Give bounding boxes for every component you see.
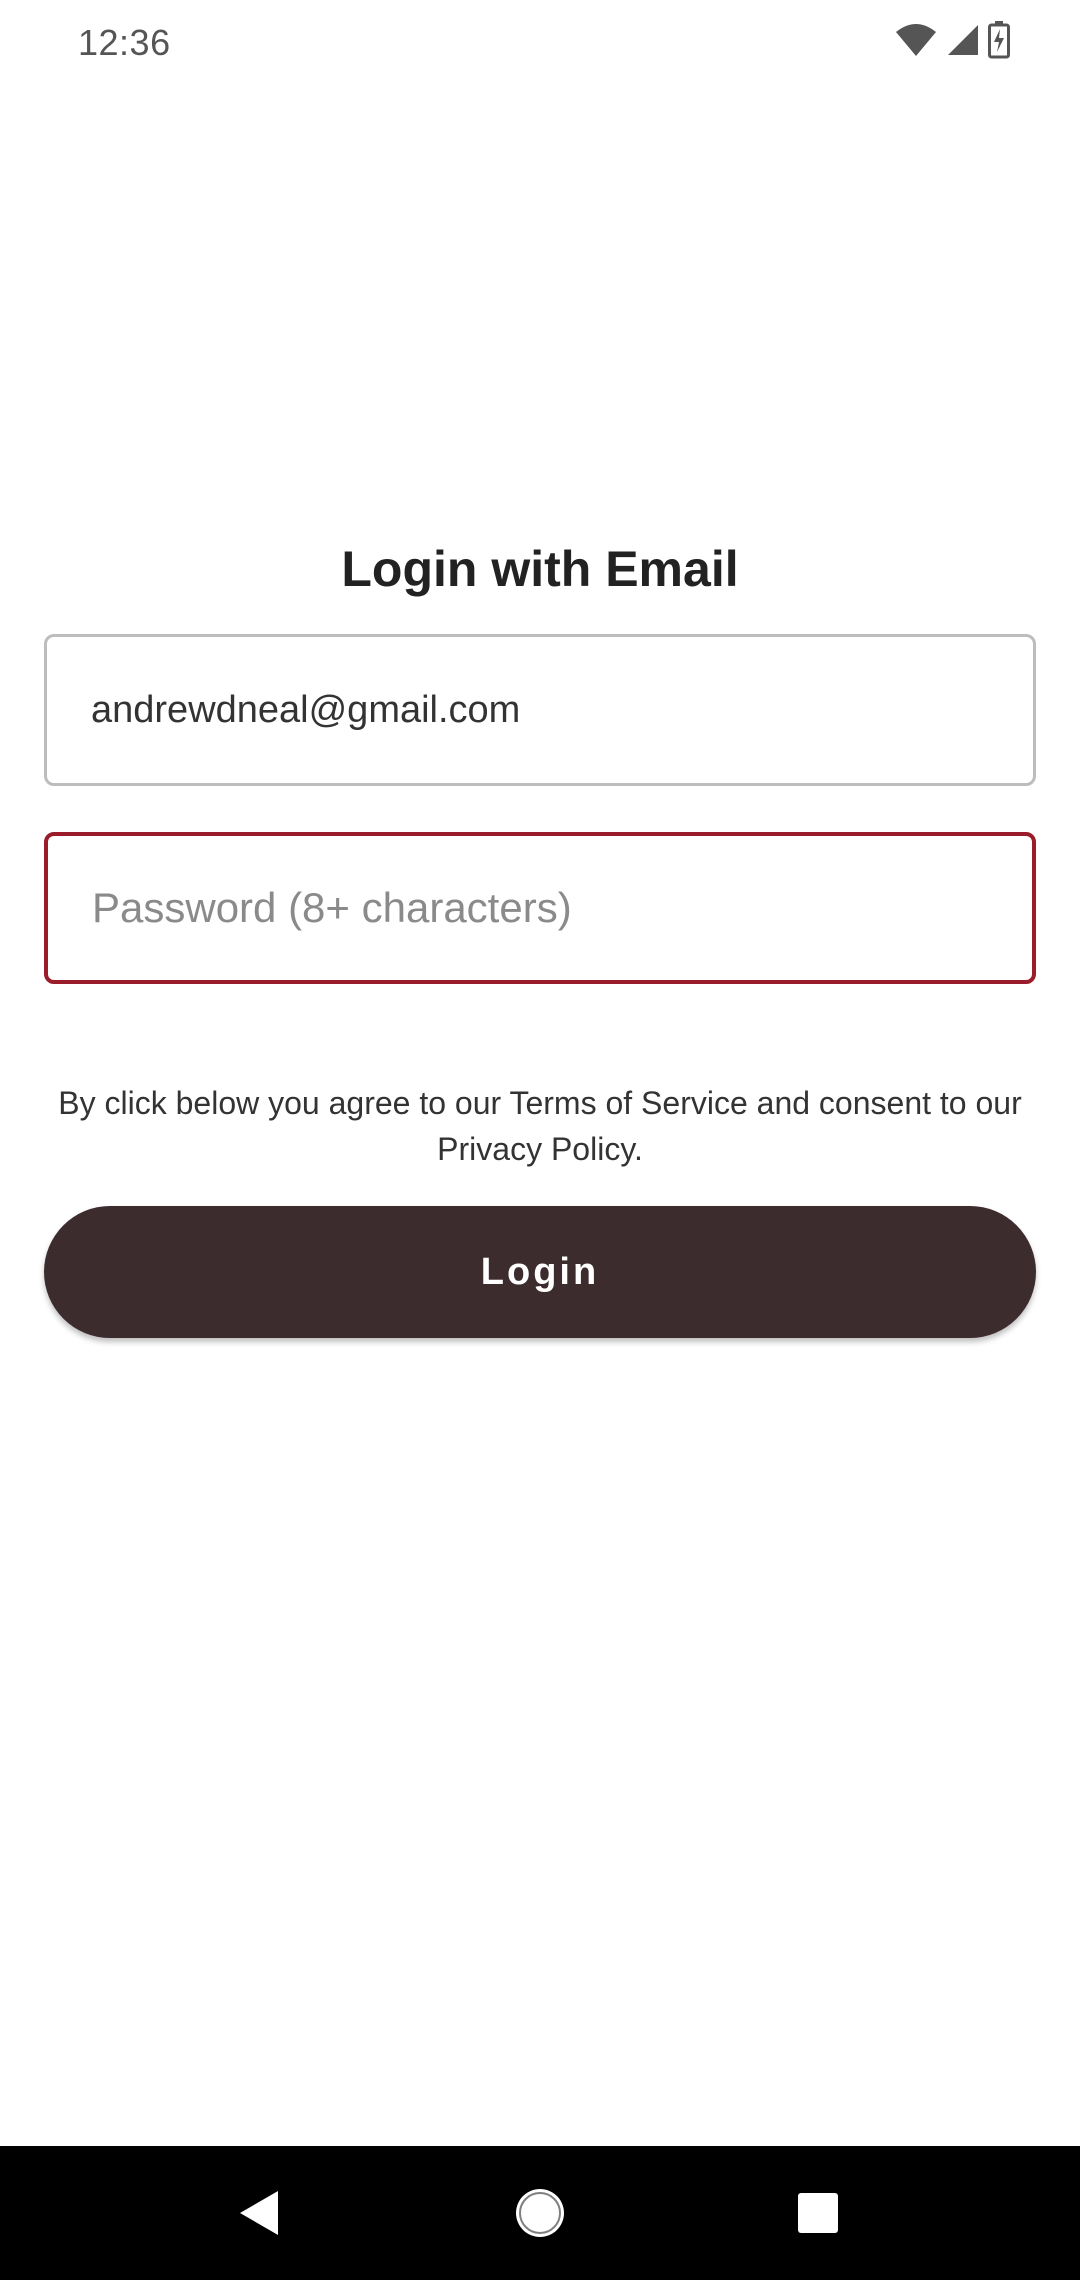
page-title: Login with Email [341, 541, 739, 597]
email-field[interactable]: andrewdneal@gmail.com [44, 634, 1036, 786]
status-icons [894, 20, 1010, 64]
wifi-icon [894, 22, 938, 63]
login-button-label: Login [480, 1250, 600, 1293]
password-field-placeholder: Password (8+ characters) [92, 884, 572, 931]
cell-signal-icon [946, 23, 980, 62]
status-bar: 12:36 [0, 0, 1080, 90]
status-time: 12:36 [78, 22, 171, 63]
password-field[interactable]: Password (8+ characters) [44, 832, 1036, 984]
recents-icon[interactable] [781, 2176, 855, 2250]
login-button[interactable]: Login [44, 1206, 1036, 1338]
email-field-value: andrewdneal@gmail.com [91, 688, 521, 731]
back-icon[interactable] [222, 2176, 296, 2250]
terms-text: By click below you agree to our Terms of… [58, 1085, 1022, 1167]
login-screen: 12:36 Login with Email andrewdneal@gmail… [0, 0, 1080, 2280]
home-icon[interactable] [503, 2176, 577, 2250]
battery-charging-icon [988, 20, 1010, 64]
navigation-bar [0, 2146, 1080, 2280]
